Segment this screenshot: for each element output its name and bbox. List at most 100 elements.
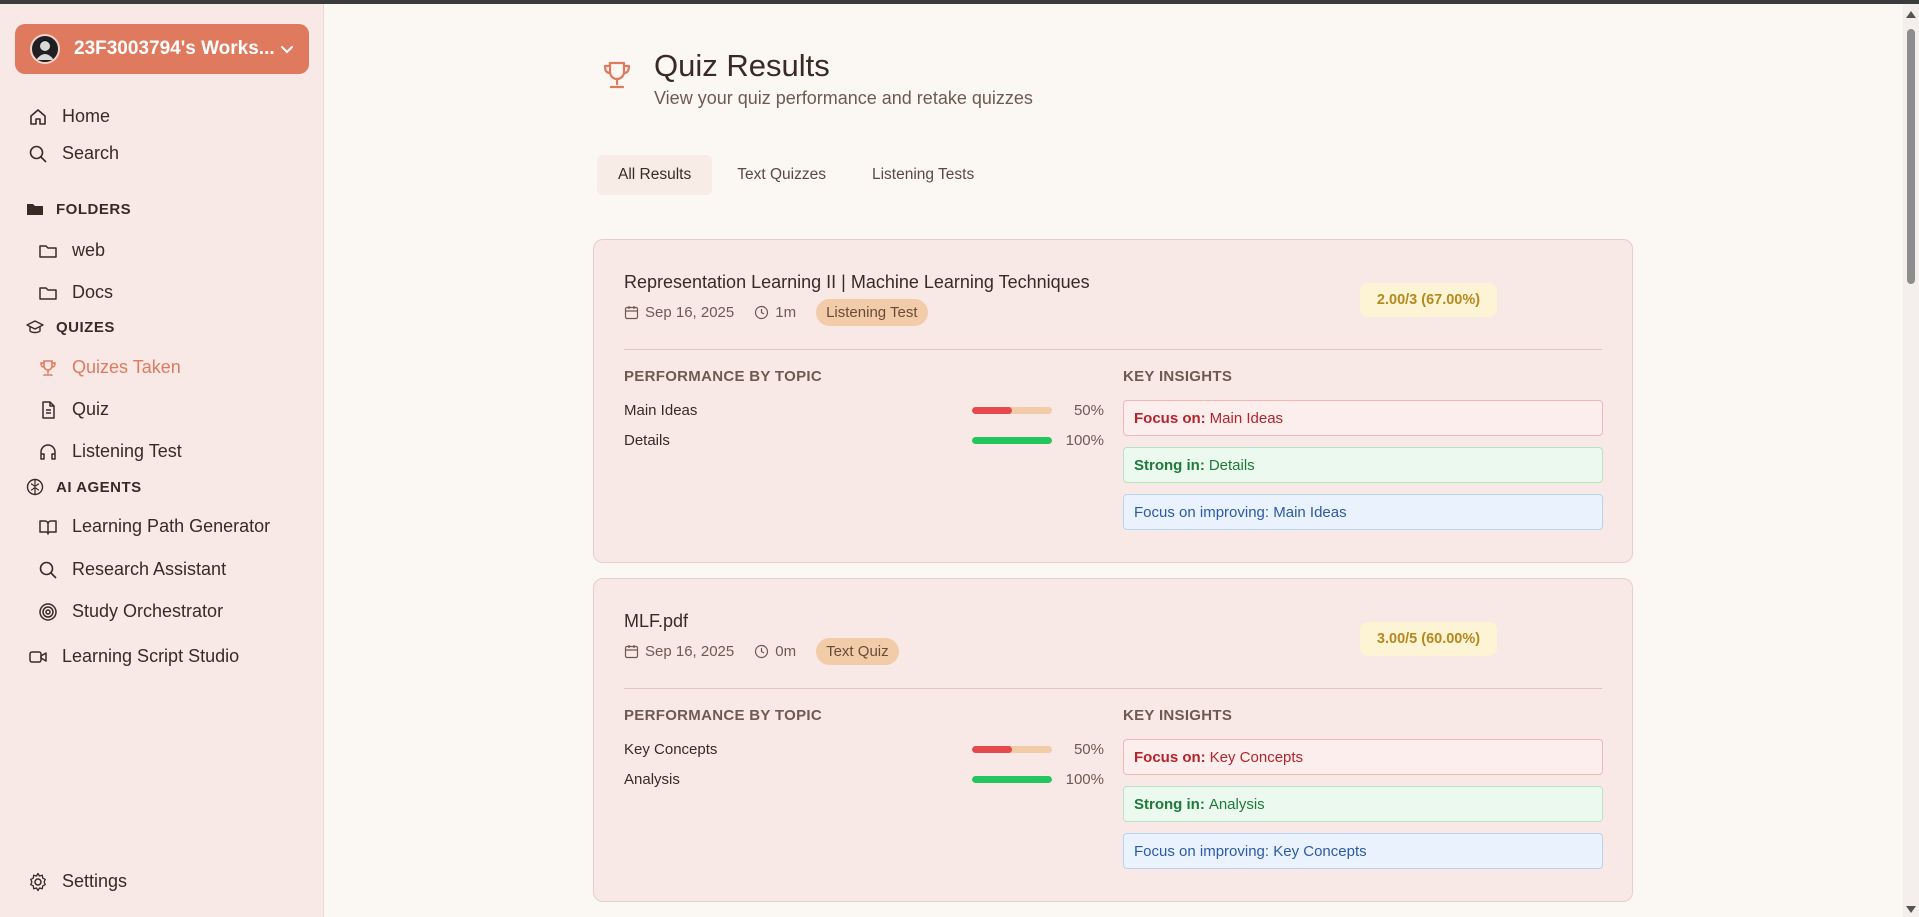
brain-icon [26,478,44,496]
trophy-icon [40,359,56,376]
sidebar-item-label: Home [62,106,111,126]
sidebar-item-label: Quiz [72,399,110,419]
topic-percent: 50% [1073,402,1104,419]
avatar [30,34,60,64]
calendar-icon [624,306,639,320]
sidebar-item-label: web [72,240,106,260]
insight-strong: Strong in: Details [1123,447,1603,483]
insight-improve: Focus on improving: Main Ideas [1123,494,1603,530]
headphones-icon [40,443,56,460]
topic-progress-fill [972,746,1012,753]
clock-icon [755,644,769,659]
tab-all-results[interactable]: All Results [597,155,713,195]
result-duration: 1m [775,304,797,321]
topic-row: Key Concepts 50% [624,741,1104,758]
topic-name: Details [624,432,670,449]
insight-strong: Strong in: Analysis [1123,786,1603,822]
folder-icon [27,204,43,215]
topic-percent: 100% [1065,771,1104,788]
divider [624,349,1602,350]
scroll-down-arrow[interactable] [1906,906,1916,913]
topic-progress-bar [972,437,1052,444]
topic-row: Details 100% [624,432,1104,449]
sidebar-item-learning-path-generator[interactable]: Learning Path Generator [38,516,270,537]
insights-heading: KEY INSIGHTS [1123,707,1233,724]
topic-progress-bar [972,746,1052,753]
page-subtitle: View your quiz performance and retake qu… [654,88,1033,108]
sidebar-item-folder-web[interactable]: web [38,240,105,261]
document-icon [42,400,55,419]
page-title: Quiz Results [654,48,830,83]
workspace-switcher[interactable]: 23F3003794's Works... [15,24,309,74]
sidebar-item-label: Settings [62,871,128,891]
insights-heading: KEY INSIGHTS [1123,368,1233,385]
sidebar-item-learning-script-studio[interactable]: Learning Script Studio [28,646,239,667]
graduation-cap-icon [26,320,44,334]
sidebar: 23F3003794's Works... Home Search FOLDER… [0,4,324,917]
workspace-name: 23F3003794's Works... [74,38,275,59]
folder-icon [39,244,57,258]
calendar-icon [624,645,639,659]
sidebar-item-home[interactable]: Home [28,106,110,127]
section-folders: FOLDERS [26,200,131,218]
page-header: Quiz Results View your quiz performance … [600,48,1033,109]
topic-name: Main Ideas [624,402,698,419]
sidebar-item-label: Study Orchestrator [72,601,224,621]
sidebar-item-label: Listening Test [72,441,182,461]
clock-icon [755,305,769,320]
result-date: Sep 16, 2025 [645,304,735,321]
book-open-icon [39,519,57,535]
topic-progress-bar [972,407,1052,414]
result-duration: 0m [775,643,797,660]
scroll-thumb[interactable] [1907,29,1915,284]
insight-focus: Focus on: Key Concepts [1123,739,1603,775]
insight-focus: Focus on: Main Ideas [1123,400,1603,436]
sidebar-item-label: Learning Script Studio [62,646,240,666]
sidebar-item-research-assistant[interactable]: Research Assistant [38,559,226,580]
score-badge: 3.00/5 (60.00%) [1360,622,1497,656]
sidebar-item-settings[interactable]: Settings [28,871,127,892]
tab-text-quizzes[interactable]: Text Quizzes [716,155,847,195]
topic-progress-fill [972,776,1052,783]
search-icon [39,561,57,579]
scrollbar[interactable] [1903,4,1919,917]
tab-listening-tests[interactable]: Listening Tests [851,155,995,195]
result-title: MLF.pdf [624,611,689,631]
divider [624,688,1602,689]
result-title: Representation Learning II | Machine Lea… [624,272,1090,292]
home-icon [30,108,46,125]
topic-percent: 50% [1073,741,1104,758]
sidebar-item-search[interactable]: Search [28,143,119,164]
result-card[interactable]: Representation Learning II | Machine Lea… [593,239,1633,563]
sidebar-item-label: Search [62,143,120,163]
sidebar-item-listening-test[interactable]: Listening Test [38,441,182,462]
section-quizes: QUIZES [26,318,115,336]
result-meta: Sep 16, 2025 0m Text Quiz [624,638,899,665]
result-date: Sep 16, 2025 [645,643,735,660]
topic-name: Analysis [624,771,680,788]
sidebar-item-label: Learning Path Generator [72,516,271,536]
topic-progress-fill [972,437,1052,444]
gear-icon [30,872,46,891]
topic-name: Key Concepts [624,741,718,758]
scroll-up-arrow[interactable] [1906,11,1916,18]
sidebar-item-study-orchestrator[interactable]: Study Orchestrator [38,601,223,622]
result-type-badge: Listening Test [816,299,928,326]
sidebar-item-folder-docs[interactable]: Docs [38,282,113,303]
target-icon [39,602,57,621]
result-card[interactable]: MLF.pdf Sep 16, 2025 0m Text Quiz 3.00/5… [593,578,1633,902]
performance-heading: PERFORMANCE BY TOPIC [624,368,822,385]
score-badge: 2.00/3 (67.00%) [1360,283,1497,317]
sidebar-item-quiz[interactable]: Quiz [38,399,109,420]
sidebar-item-label: Docs [72,282,114,302]
performance-heading: PERFORMANCE BY TOPIC [624,707,822,724]
insight-improve: Focus on improving: Key Concepts [1123,833,1603,869]
chevron-down-icon [281,46,293,54]
topic-progress-bar [972,776,1052,783]
video-icon [29,650,47,663]
topic-percent: 100% [1065,432,1104,449]
topic-progress-fill [972,407,1012,414]
topic-row: Main Ideas 50% [624,402,1104,419]
results-tabs: All Results Text Quizzes Listening Tests [597,155,995,195]
sidebar-item-quizes-taken[interactable]: Quizes Taken [38,357,181,378]
